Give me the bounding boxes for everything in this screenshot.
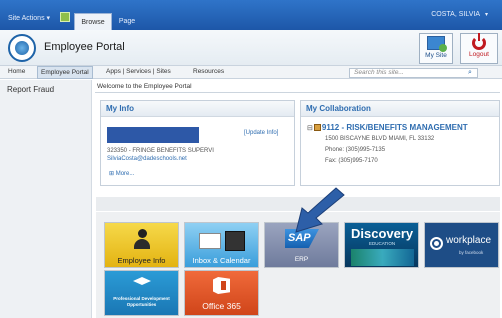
person-icon <box>133 229 151 249</box>
nav-home[interactable]: Home <box>8 68 25 75</box>
workplace-logo-icon <box>430 237 443 250</box>
email-link[interactable]: SilviaCosta@dadeschools.net <box>107 156 187 162</box>
annotation-arrow <box>295 187 345 233</box>
navigate-up-icon[interactable] <box>60 12 70 22</box>
my-site-label: My Site <box>425 52 447 59</box>
my-collaboration-title: My Collaboration <box>301 101 499 117</box>
inbox-calendar-tile[interactable]: Inbox & Calendar <box>184 222 259 268</box>
page-title: Employee Portal <box>44 41 125 53</box>
left-nav-report-fraud[interactable]: Report Fraud <box>7 85 54 94</box>
site-actions-menu[interactable]: Site Actions ▾ <box>8 14 50 22</box>
logout-label: Logout <box>469 51 489 58</box>
discovery-sub: EDUCATION <box>369 241 396 246</box>
workplace-label: workplace <box>446 235 492 246</box>
nav-resources[interactable]: Resources <box>193 68 224 75</box>
nav-apps-services-sites[interactable]: Apps | Services | Sites <box>106 68 171 75</box>
user-menu[interactable]: COSTA, SILVIA <box>431 11 480 18</box>
collapse-icon[interactable]: ⊟ <box>307 125 313 132</box>
logout-button[interactable]: Logout <box>460 33 498 64</box>
workplace-sub: by facebook <box>459 250 484 255</box>
top-ribbon: Site Actions ▾ Browse Page COSTA, SILVIA… <box>0 0 502 30</box>
more-arrow-icon: ⊞ <box>109 171 116 177</box>
office-365-label: Office 365 <box>202 301 241 311</box>
location-heading[interactable]: ⊟ 9112 - RISK/BENEFITS MANAGEMENT <box>307 123 468 132</box>
phone-line: Phone: (305)995-7135 <box>325 147 386 153</box>
my-site-button[interactable]: My Site <box>419 33 453 64</box>
employee-info-label: Employee Info <box>117 256 166 265</box>
search-input[interactable]: Search this site... <box>349 68 478 78</box>
left-nav: Report Fraud <box>0 80 92 318</box>
arrow-shape <box>295 187 345 233</box>
discovery-logo: Discovery <box>351 226 414 241</box>
envelope-icon <box>199 233 221 249</box>
graduation-cap-icon <box>133 277 151 285</box>
my-info-title: My Info <box>101 101 294 117</box>
nav-employee-portal[interactable]: Employee Portal <box>37 66 93 79</box>
office-365-tile[interactable]: Office 365 <box>184 270 259 316</box>
search-icon[interactable]: ⌕ <box>462 68 478 78</box>
building-icon <box>313 124 321 131</box>
welcome-text: Welcome to the Employee Portal <box>95 81 500 93</box>
discovery-image <box>351 249 414 266</box>
professional-development-label: Professional Development Opportunities <box>113 296 170 307</box>
tab-browse[interactable]: Browse <box>74 13 112 30</box>
redacted-name-bar <box>107 127 199 143</box>
my-info-panel: My Info [Update Info] 323350 - FRINGE BE… <box>100 100 295 186</box>
portal-header: Employee Portal My Site Logout <box>0 30 502 66</box>
my-site-icon <box>427 36 447 52</box>
workplace-tile[interactable]: workplace by facebook <box>424 222 499 268</box>
more-link[interactable]: ⊞ More... <box>109 170 134 177</box>
my-collaboration-panel: My Collaboration ⊟ 9112 - RISK/BENEFITS M… <box>300 100 500 186</box>
inbox-calendar-label: Inbox & Calendar <box>192 256 251 265</box>
tab-page[interactable]: Page <box>114 13 140 30</box>
sap-erp-label: ERP <box>294 256 309 263</box>
fax-line: Fax: (305)995-7170 <box>325 158 378 164</box>
chevron-down-icon[interactable]: ▾ <box>485 11 488 18</box>
address-line: 1500 BISCAYNE BLVD MIAMI, FL 33132 <box>325 136 435 142</box>
calendar-icon <box>225 231 245 251</box>
position-line: 323350 - FRINGE BENEFITS SUPERVI <box>107 148 214 154</box>
office-logo-icon <box>213 277 230 294</box>
more-link-label: More... <box>115 171 135 177</box>
update-info-link[interactable]: [Update Info] <box>244 130 278 136</box>
location-name: 9112 - RISK/BENEFITS MANAGEMENT <box>321 123 468 132</box>
power-icon <box>472 33 486 50</box>
discovery-education-tile[interactable]: Discovery EDUCATION <box>344 222 419 268</box>
district-logo <box>8 34 36 62</box>
professional-development-tile[interactable]: Professional Development Opportunities <box>104 270 179 316</box>
employee-info-tile[interactable]: Employee Info <box>104 222 179 268</box>
